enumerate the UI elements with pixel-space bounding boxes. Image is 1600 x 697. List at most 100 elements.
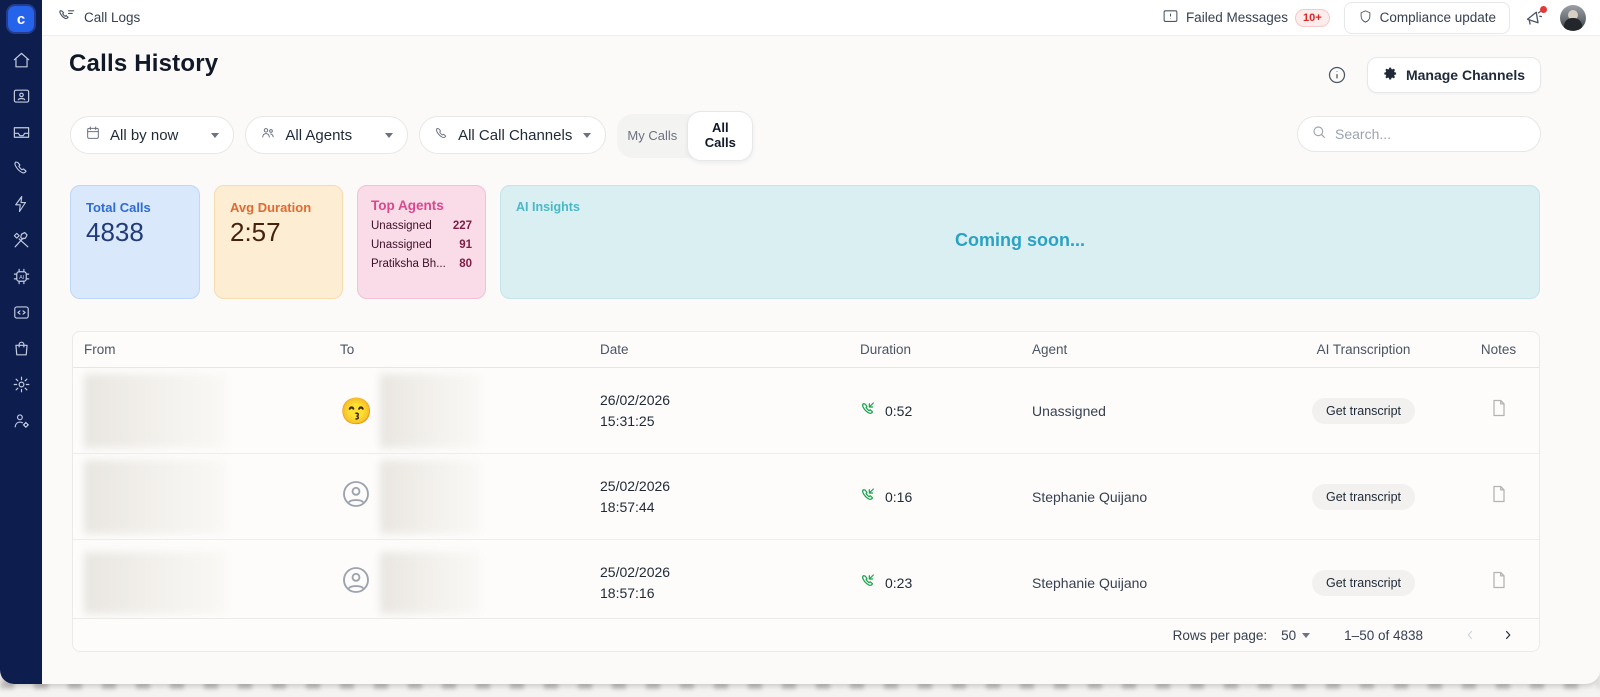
- tab-all-calls-label: All Calls: [703, 121, 737, 151]
- agents-filter-dropdown[interactable]: All Agents: [245, 116, 408, 154]
- agent-cell: Stephanie Quijano: [1021, 489, 1271, 505]
- search-box: [1297, 116, 1541, 152]
- settings-icon[interactable]: [11, 374, 31, 394]
- shopping-bag-icon[interactable]: [11, 338, 31, 358]
- home-icon[interactable]: [11, 50, 31, 70]
- tools-icon[interactable]: [11, 230, 31, 250]
- previous-page-button[interactable]: [1457, 622, 1483, 648]
- agents-filter-label: All Agents: [285, 127, 352, 144]
- date-cell: 25/02/202618:57:44: [589, 476, 849, 517]
- kiosk-icon[interactable]: [11, 86, 31, 106]
- ai-insights-card: AI Insights Coming soon...: [500, 185, 1540, 299]
- date-text: 26/02/2026: [600, 390, 849, 410]
- announcements-icon[interactable]: [1524, 7, 1546, 29]
- notification-dot: [1540, 6, 1547, 13]
- call-logs-icon: [58, 7, 76, 28]
- next-page-button[interactable]: [1495, 622, 1521, 648]
- col-date: Date: [589, 342, 849, 357]
- phone-icon[interactable]: [11, 158, 31, 178]
- bolt-icon[interactable]: [11, 194, 31, 214]
- note-document-icon[interactable]: [1489, 570, 1509, 595]
- topbar-title-text: Call Logs: [84, 10, 140, 25]
- date-filter-label: All by now: [110, 127, 178, 144]
- date-text: 25/02/2026: [600, 476, 849, 496]
- app-window: c AI Call Logs Failed Messages 10+ Compl…: [0, 0, 1600, 684]
- channels-filter-label: All Call Channels: [458, 127, 572, 144]
- compliance-update-button[interactable]: Compliance update: [1344, 2, 1510, 34]
- get-transcript-button[interactable]: Get transcript: [1312, 398, 1415, 424]
- code-icon[interactable]: [11, 302, 31, 322]
- agent-cell: Unassigned: [1021, 403, 1271, 419]
- top-agent-row: Unassigned91: [371, 239, 472, 251]
- tab-all-calls[interactable]: All Calls: [687, 111, 753, 161]
- ai-chip-icon[interactable]: AI: [11, 266, 31, 286]
- col-duration: Duration: [849, 342, 1021, 357]
- filters-bar: All by now All Agents All Call Channels …: [70, 114, 753, 158]
- failed-messages-link[interactable]: Failed Messages 10+: [1162, 8, 1330, 28]
- page-title: Calls History: [69, 50, 218, 78]
- calendar-icon: [85, 125, 101, 145]
- agent-cell: Stephanie Quijano: [1021, 575, 1271, 591]
- avg-duration-label: Avg Duration: [230, 200, 327, 215]
- note-document-icon[interactable]: [1489, 398, 1509, 423]
- date-text: 25/02/2026: [600, 562, 849, 582]
- chevron-down-icon: [583, 133, 591, 138]
- get-transcript-button[interactable]: Get transcript: [1312, 484, 1415, 510]
- table-row[interactable]: 25/02/202618:57:44 0:16 Stephanie Quijan…: [73, 454, 1539, 540]
- total-calls-value: 4838: [86, 217, 184, 248]
- rows-per-page-label: Rows per page:: [1173, 628, 1268, 643]
- col-ai-transcription: AI Transcription: [1271, 342, 1456, 357]
- top-agent-name: Pratiksha Bh...: [371, 258, 446, 270]
- topbar-right: Failed Messages 10+ Compliance update: [1162, 2, 1586, 34]
- from-cell: [73, 374, 329, 448]
- duration-cell: 0:52: [849, 401, 1021, 420]
- to-cell: [329, 552, 589, 614]
- top-agents-card: Top Agents Unassigned227 Unassigned91 Pr…: [357, 185, 486, 299]
- col-agent: Agent: [1021, 342, 1271, 357]
- user-avatar[interactable]: [1560, 5, 1586, 31]
- pagination-range: 1–50 of 4838: [1344, 628, 1423, 643]
- time-text: 18:57:16: [600, 583, 849, 603]
- manage-channels-button[interactable]: Manage Channels: [1367, 57, 1541, 93]
- date-filter-dropdown[interactable]: All by now: [70, 116, 234, 154]
- top-agent-count: 80: [459, 258, 472, 270]
- user-settings-icon[interactable]: [11, 410, 31, 430]
- notes-cell: [1456, 484, 1540, 509]
- app-logo[interactable]: c: [8, 6, 34, 32]
- redacted-to: [380, 460, 480, 534]
- get-transcript-button[interactable]: Get transcript: [1312, 570, 1415, 596]
- from-cell: [73, 460, 329, 534]
- col-to: To: [329, 342, 589, 357]
- svg-text:AI: AI: [19, 274, 25, 280]
- table-row[interactable]: 😙 26/02/202615:31:25 0:52 Unassigned Get…: [73, 368, 1539, 454]
- duration-cell: 0:16: [849, 487, 1021, 506]
- incoming-call-icon: [860, 487, 876, 506]
- note-document-icon[interactable]: [1489, 484, 1509, 509]
- total-calls-label: Total Calls: [86, 200, 184, 215]
- col-from: From: [73, 342, 329, 357]
- from-cell: [73, 552, 329, 614]
- transcription-cell: Get transcript: [1271, 484, 1456, 510]
- search-input[interactable]: [1335, 126, 1527, 142]
- date-cell: 25/02/202618:57:16: [589, 562, 849, 603]
- info-icon[interactable]: [1327, 65, 1347, 85]
- rows-per-page-select[interactable]: 50: [1281, 628, 1310, 643]
- top-agent-name: Unassigned: [371, 239, 432, 251]
- top-agent-row: Unassigned227: [371, 220, 472, 232]
- time-text: 18:57:44: [600, 497, 849, 517]
- channels-filter-dropdown[interactable]: All Call Channels: [419, 116, 606, 154]
- top-agent-row: Pratiksha Bh... 80: [371, 258, 472, 270]
- ai-insights-message: Coming soon...: [501, 230, 1539, 251]
- top-agent-name: Unassigned: [371, 220, 432, 232]
- table-row[interactable]: 25/02/202618:57:16 0:23 Stephanie Quijan…: [73, 540, 1539, 626]
- table-header: From To Date Duration Agent AI Transcrip…: [73, 332, 1539, 368]
- topbar: Call Logs Failed Messages 10+ Compliance…: [42, 0, 1600, 36]
- redacted-from: [84, 552, 226, 614]
- tab-my-calls[interactable]: My Calls: [617, 122, 687, 151]
- shield-icon: [1358, 9, 1373, 27]
- duration-cell: 0:23: [849, 573, 1021, 592]
- transcription-cell: Get transcript: [1271, 398, 1456, 424]
- inbox-icon[interactable]: [11, 122, 31, 142]
- incoming-call-icon: [860, 401, 876, 420]
- contact-person-avatar-icon: [340, 478, 372, 515]
